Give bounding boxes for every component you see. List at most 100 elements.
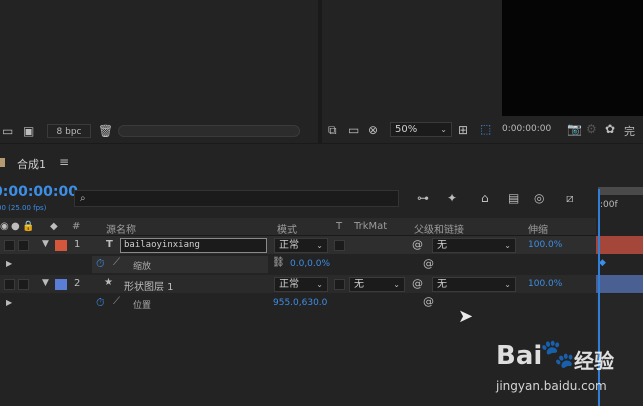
trkmat-dropdown[interactable]: 无 ⌄ bbox=[349, 277, 405, 292]
layer-parent: 无 bbox=[437, 279, 447, 290]
mouse-cursor-icon: ➤ bbox=[458, 306, 474, 327]
zoom-dropdown[interactable]: 50% ⌄ bbox=[390, 122, 452, 137]
layer-stretch[interactable]: 100.0% bbox=[528, 279, 562, 289]
project-panel bbox=[0, 0, 318, 141]
video-toggle-icon[interactable]: ◉ bbox=[0, 221, 9, 233]
layer-audio-toggle[interactable] bbox=[18, 240, 29, 251]
preserve-transparency-toggle[interactable] bbox=[334, 279, 345, 290]
keyframe-icon[interactable]: ◆ bbox=[599, 258, 606, 268]
graph-icon[interactable]: ⟋ bbox=[113, 296, 120, 307]
work-area-bar[interactable] bbox=[598, 187, 643, 195]
rgb-icon[interactable]: ✿ bbox=[605, 123, 615, 135]
search-icon: ⌕ bbox=[80, 193, 86, 204]
folder-icon[interactable]: ▭ bbox=[2, 125, 13, 137]
constrain-link-icon[interactable]: ⛓ bbox=[272, 257, 285, 268]
stopwatch-icon[interactable]: ⏱ bbox=[96, 296, 105, 310]
keyframe-track: ◆ bbox=[596, 255, 643, 274]
layer-duration-bar[interactable] bbox=[596, 236, 643, 254]
expression-pick-whip-icon[interactable]: @ bbox=[423, 258, 434, 270]
region-icon[interactable]: ⬚ bbox=[480, 123, 491, 135]
pick-whip-icon[interactable]: @ bbox=[412, 278, 423, 290]
layer-index: 2 bbox=[74, 278, 81, 289]
property-value[interactable]: 0.0,0.0% bbox=[290, 259, 330, 269]
column-num[interactable]: # bbox=[72, 221, 80, 232]
fps-label: 00 (25.00 fps) bbox=[0, 204, 47, 212]
solo-icon[interactable]: ● bbox=[11, 221, 20, 233]
composition-mini-flowchart-icon[interactable]: ⊶ bbox=[417, 192, 429, 204]
chevron-down-icon: ⌄ bbox=[316, 280, 323, 289]
complete-label[interactable]: 完 bbox=[624, 123, 635, 139]
always-preview-icon[interactable]: ⧉ bbox=[328, 124, 337, 136]
lock-icon[interactable]: 🔒 bbox=[22, 221, 34, 233]
monitor-icon[interactable]: ▭ bbox=[348, 124, 359, 136]
layer-video-toggle[interactable] bbox=[4, 240, 15, 251]
layer-search-input[interactable]: ⌕ bbox=[74, 190, 399, 207]
stopwatch-icon[interactable]: ⏱ bbox=[96, 257, 105, 271]
preserve-transparency-toggle[interactable] bbox=[334, 240, 345, 251]
column-mode[interactable]: 模式 bbox=[277, 221, 297, 236]
grid-icon[interactable]: ⊞ bbox=[458, 124, 468, 136]
label-icon[interactable]: ◆ bbox=[50, 221, 58, 233]
trkmat-dropdown[interactable] bbox=[349, 238, 405, 253]
project-scrollbar[interactable] bbox=[118, 125, 300, 137]
parent-dropdown[interactable]: 无 ⌄ bbox=[432, 277, 516, 292]
layer-mode: 正常 bbox=[279, 240, 299, 251]
graph-editor-icon[interactable]: ⧄ bbox=[566, 192, 574, 204]
viewer-canvas[interactable] bbox=[502, 0, 643, 116]
watermark-brand: Bai bbox=[496, 341, 543, 371]
comp-tab[interactable]: 合成1 bbox=[17, 156, 46, 172]
expand-arrow-icon[interactable]: ▼ bbox=[42, 239, 49, 249]
property-value[interactable]: 955.0,630.0 bbox=[273, 298, 327, 308]
bit-depth-button[interactable]: 8 bpc bbox=[47, 124, 91, 138]
layer-audio-toggle[interactable] bbox=[18, 279, 29, 290]
expand-arrow-icon[interactable]: ▶ bbox=[6, 259, 12, 268]
column-source-name[interactable]: 源名称 bbox=[106, 221, 136, 236]
column-t[interactable]: T bbox=[336, 221, 342, 232]
frame-blending-icon[interactable]: ▤ bbox=[508, 192, 519, 204]
time-ruler[interactable]: :00f bbox=[596, 178, 643, 235]
mask-icon[interactable]: ⊗ bbox=[368, 124, 378, 136]
expand-arrow-icon[interactable]: ▶ bbox=[6, 298, 12, 307]
expression-pick-whip-icon[interactable]: @ bbox=[423, 296, 434, 308]
layer-label-color[interactable] bbox=[55, 240, 67, 251]
pick-whip-icon[interactable]: @ bbox=[412, 239, 423, 251]
column-parent[interactable]: 父级和链接 bbox=[414, 221, 464, 236]
property-row: ▶ ⏱ ⟋ 缩放 ⛓ 0.0,0.0% @ bbox=[0, 255, 596, 274]
composition-icon[interactable]: ▣ bbox=[23, 125, 34, 137]
layer-mode-dropdown[interactable]: 正常 ⌄ bbox=[274, 238, 328, 253]
layer-video-toggle[interactable] bbox=[4, 279, 15, 290]
graph-icon[interactable]: ⟋ bbox=[113, 257, 120, 268]
color-channel-icon[interactable]: ⚙ bbox=[586, 123, 597, 135]
column-stretch[interactable]: 伸缩 bbox=[528, 221, 548, 236]
paw-icon: 🐾 bbox=[540, 337, 575, 370]
layer-label-color[interactable] bbox=[55, 279, 67, 290]
trash-icon[interactable]: 🗑 bbox=[98, 125, 113, 137]
layer-row[interactable]: ▼ 2 ★ 形状图层 1 正常 ⌄ 无 ⌄ @ 无 ⌄ 100.0% bbox=[0, 275, 596, 293]
parent-dropdown[interactable]: 无 ⌄ bbox=[432, 238, 516, 253]
expand-arrow-icon[interactable]: ▼ bbox=[42, 278, 49, 288]
property-row: ▶ ⏱ ⟋ 位置 955.0,630.0 @ bbox=[0, 294, 596, 313]
layer-name[interactable]: 形状图层 1 bbox=[124, 278, 174, 293]
column-header-row: ◉ ● 🔒 ◆ # 源名称 模式 T TrkMat 父级和链接 伸缩 bbox=[0, 218, 596, 236]
layer-row[interactable]: ▼ 1 T bailaoyinxiang 正常 ⌄ @ 无 ⌄ 100.0% bbox=[0, 236, 596, 254]
layer-name-field[interactable]: bailaoyinxiang bbox=[120, 238, 267, 253]
shape-layer-icon: ★ bbox=[104, 277, 113, 288]
shy-layers-icon[interactable]: ⌂ bbox=[481, 192, 489, 204]
layer-duration-bar[interactable] bbox=[596, 275, 643, 293]
ruler-start-label: :00f bbox=[600, 200, 618, 210]
chevron-down-icon: ⌄ bbox=[504, 241, 511, 250]
timeline-controls: 0:00:00:00 00 (25.00 fps) ⌕ ⊶ ✦ ⌂ ▤ ◎ ⧄ bbox=[0, 178, 596, 218]
camera-icon[interactable]: 📷 bbox=[567, 123, 582, 135]
column-trkmat[interactable]: TrkMat bbox=[354, 221, 387, 232]
layer-mode-dropdown[interactable]: 正常 ⌄ bbox=[274, 277, 328, 292]
layer-name: bailaoyinxiang bbox=[124, 240, 200, 250]
motion-blur-icon[interactable]: ◎ bbox=[534, 192, 544, 204]
tab-menu-icon[interactable]: ≡ bbox=[59, 155, 69, 169]
comp-color-swatch bbox=[0, 158, 5, 167]
text-layer-icon: T bbox=[106, 239, 113, 250]
layer-stretch[interactable]: 100.0% bbox=[528, 240, 562, 250]
current-time[interactable]: 0:00:00:00 bbox=[0, 184, 78, 200]
layer-trkmat: 无 bbox=[354, 279, 364, 290]
viewer-timecode[interactable]: 0:00:00:00 bbox=[502, 124, 556, 134]
draft-3d-icon[interactable]: ✦ bbox=[447, 192, 457, 204]
